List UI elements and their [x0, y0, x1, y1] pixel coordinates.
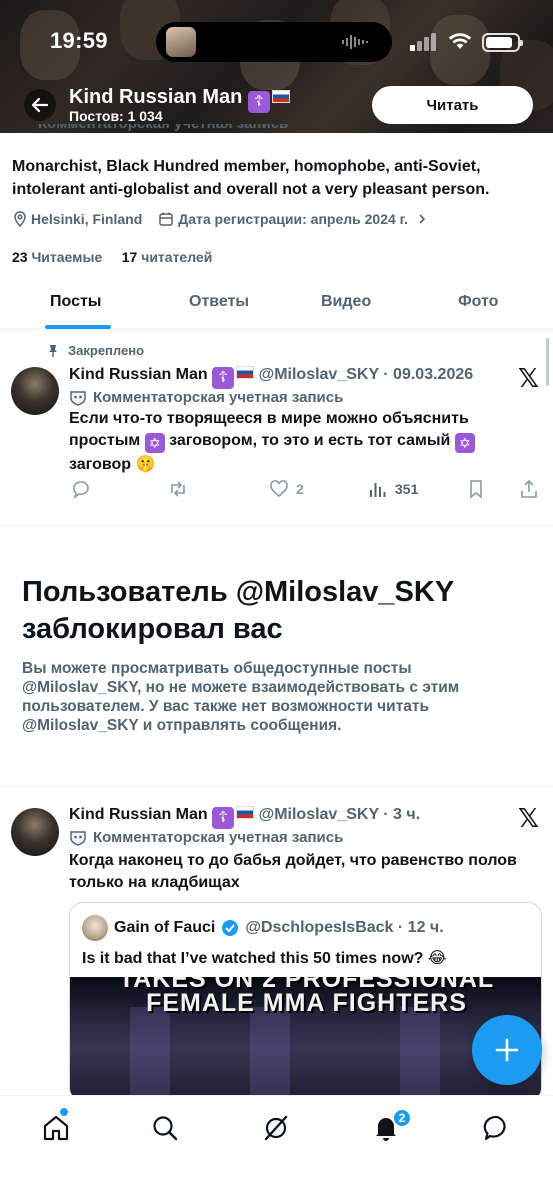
cellular-signal-icon [410, 33, 436, 51]
view-count: 351 [395, 481, 419, 497]
verified-badge-icon [222, 920, 239, 936]
tab-video[interactable]: Видео [321, 293, 371, 311]
scrollbar[interactable] [546, 338, 549, 386]
account-type-label-clipped: Комментаторская учетная запись [38, 124, 458, 134]
profile-bio: Monarchist, Black Hundred member, homoph… [12, 158, 490, 198]
account-type-badge: Комментаторская учетная запись [69, 829, 343, 846]
grok-icon [264, 1115, 288, 1141]
home-new-dot [60, 1108, 68, 1116]
repost-button[interactable] [167, 478, 189, 500]
profile-tabs: Посты Ответы Видео Фото [0, 280, 553, 330]
arrow-left-icon [31, 97, 49, 113]
like-count: 2 [296, 481, 304, 497]
now-playing-thumbnail [166, 27, 196, 57]
post-actions: 2 351 [70, 478, 540, 506]
orthodox-cross-emoji: ☦ [247, 91, 270, 113]
views-button[interactable]: 351 [367, 478, 418, 500]
follow-button[interactable]: Читать [372, 86, 533, 124]
avatar[interactable] [11, 367, 59, 415]
home-icon [43, 1115, 69, 1141]
divider [0, 786, 553, 787]
bookmark-button[interactable] [465, 478, 487, 500]
status-bar: 19:59 [0, 22, 553, 62]
views-chart-icon [370, 483, 386, 497]
profile-meta: Helsinki, Finland Дата регистрации: апре… [12, 211, 428, 227]
quoted-text: Is it bad that I’ve watched this 50 time… [82, 950, 447, 967]
x-logo-icon[interactable]: 𝕏 [518, 363, 539, 394]
divider [0, 525, 553, 526]
post-author[interactable]: Kind Russian Man ☦ @Miloslav_SKY · 3 ч. [69, 806, 420, 829]
chat-icon [483, 1115, 506, 1141]
account-type-badge: Комментаторская учетная запись [69, 389, 343, 406]
reply-icon [73, 481, 89, 499]
active-tab-indicator [45, 325, 111, 329]
nav-grok[interactable] [259, 1111, 293, 1145]
russia-flag-icon [236, 806, 255, 819]
second-post-text[interactable]: Когда наконец то до бабья дойдет, что ра… [69, 850, 547, 894]
heart-icon [270, 480, 288, 498]
star-of-david-emoji: ✡ [454, 433, 475, 453]
russia-flag-icon [236, 366, 255, 379]
orthodox-cross-emoji: ☦ [212, 807, 235, 829]
orthodox-cross-emoji: ☦ [212, 367, 235, 389]
avatar[interactable] [11, 808, 59, 856]
nav-search[interactable] [148, 1111, 182, 1145]
pinned-label: Закреплено [46, 343, 144, 358]
star-of-david-emoji: ✡ [144, 433, 165, 453]
commentator-mask-icon [70, 390, 86, 406]
following-link[interactable]: 23 Читаемые [12, 249, 102, 265]
quoted-post[interactable]: Gain of Fauci @DschlopesIsBack · 12 ч. I… [69, 902, 542, 1102]
bookmark-icon [470, 480, 482, 499]
notifications-badge: 2 [392, 1108, 412, 1128]
shushing-face-emoji: 🤫 [135, 454, 156, 473]
chevron-right-icon [419, 214, 426, 224]
pin-icon [49, 344, 57, 357]
header-posts-count: Постов: 1 034 [69, 108, 163, 124]
calendar-icon [159, 212, 173, 226]
x-logo-icon[interactable]: 𝕏 [518, 803, 539, 834]
followers-link[interactable]: 17 читателей [122, 249, 213, 265]
profile-stats: 23 Читаемые 17 читателей [12, 249, 212, 265]
location: Helsinki, Finland [12, 211, 142, 227]
tab-replies[interactable]: Ответы [189, 293, 249, 311]
quoted-author: Gain of Fauci @DschlopesIsBack · 12 ч. [114, 919, 444, 936]
repost-icon [171, 481, 185, 497]
bottom-navigation: 2 [0, 1095, 553, 1200]
wifi-icon [448, 33, 472, 49]
like-button[interactable]: 2 [268, 478, 304, 500]
compose-button[interactable] [472, 1015, 542, 1085]
location-pin-icon [14, 211, 26, 227]
join-date[interactable]: Дата регистрации: апрель 2024 г. [158, 211, 428, 227]
search-icon [153, 1116, 178, 1141]
quoted-avatar [82, 915, 108, 941]
battery-icon [482, 33, 523, 52]
blocked-description: Вы можете просматривать общедоступные по… [22, 660, 460, 734]
back-button[interactable] [24, 89, 56, 121]
nav-messages[interactable] [480, 1111, 514, 1145]
media-caption-bottom: FEMALE MMA FIGHTERS [146, 989, 467, 1017]
dynamic-island [156, 22, 392, 62]
blocked-title: Пользователь @Miloslav_SKY заблокировал … [22, 576, 454, 645]
share-icon [521, 479, 537, 498]
audio-wave-icon [342, 35, 368, 49]
tab-photo[interactable]: Фото [458, 293, 498, 311]
russia-flag-icon [271, 90, 290, 103]
post-handle-date: @Miloslav_SKY · 09.03.2026 [258, 366, 474, 383]
tab-posts[interactable]: Посты [50, 293, 101, 311]
status-time: 19:59 [50, 28, 108, 53]
reply-button[interactable] [70, 478, 92, 500]
nav-home[interactable] [39, 1111, 73, 1145]
quoted-video[interactable]: TAKES ON 2 PROFESSIONAL FEMALE MMA FIGHT… [70, 977, 541, 1101]
commentator-mask-icon [70, 830, 86, 846]
post-handle-time: @Miloslav_SKY · 3 ч. [258, 806, 421, 823]
post-author[interactable]: Kind Russian Man ☦ @Miloslav_SKY · 09.03… [69, 366, 473, 389]
pinned-post-text[interactable]: Если что-то творящееся в мире можно объя… [69, 408, 539, 476]
share-button[interactable] [518, 478, 540, 500]
plus-icon [495, 1038, 519, 1062]
